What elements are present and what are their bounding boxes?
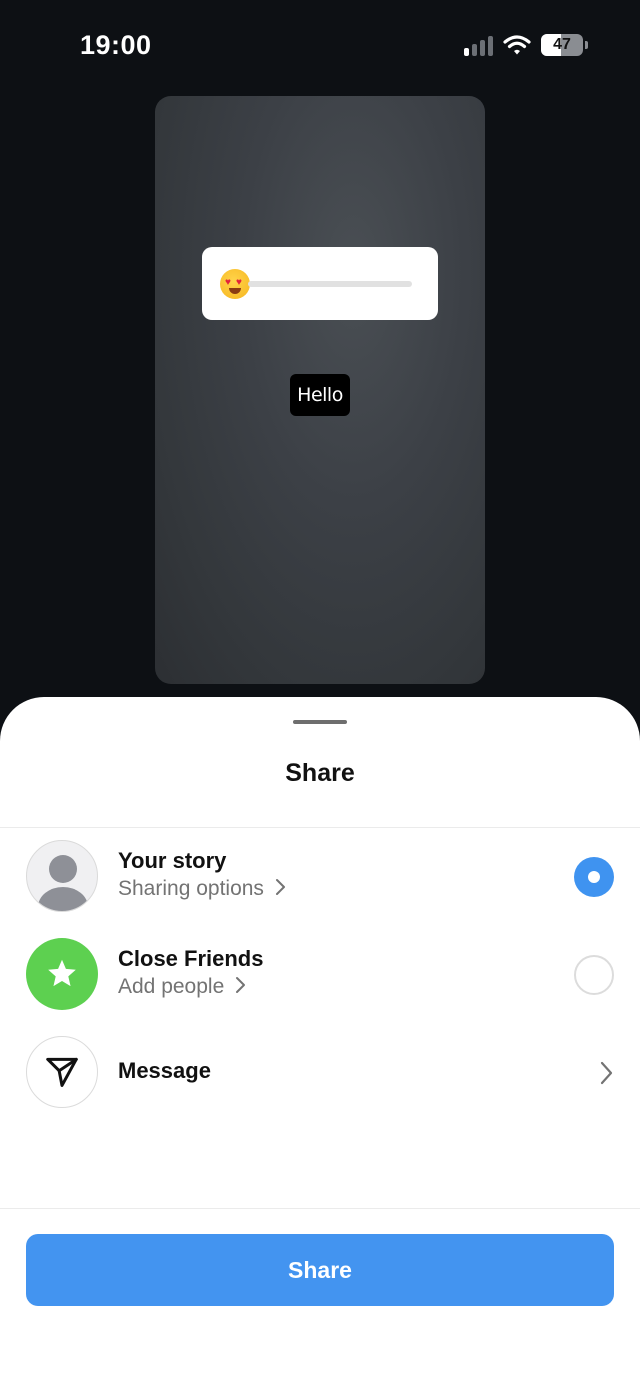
footer-divider bbox=[0, 1208, 640, 1209]
sheet-grabber[interactable] bbox=[293, 720, 347, 724]
close-friends-radio[interactable] bbox=[574, 955, 614, 995]
battery-icon: 47 bbox=[541, 34, 583, 56]
status-icons: 47 bbox=[464, 34, 588, 56]
star-icon bbox=[26, 938, 98, 1010]
option-close-friends[interactable]: Close Friends Add people bbox=[0, 934, 640, 1014]
profile-avatar-icon bbox=[26, 840, 98, 912]
option-title: Close Friends bbox=[118, 946, 264, 971]
option-title: Your story bbox=[118, 848, 227, 873]
chevron-right-icon bbox=[275, 879, 285, 895]
option-subtitle: Sharing options bbox=[118, 877, 264, 900]
header-divider bbox=[0, 827, 640, 828]
battery-level: 47 bbox=[553, 36, 571, 53]
share-sheet: Share Your story Sharing options Close F… bbox=[0, 697, 640, 1387]
add-people-link[interactable]: Add people bbox=[118, 975, 246, 999]
share-button[interactable]: Share bbox=[26, 1234, 614, 1306]
heart-eyes-emoji-icon: ♥ ♥ bbox=[220, 269, 250, 299]
your-story-radio[interactable] bbox=[574, 857, 614, 897]
sharing-options-link[interactable]: Sharing options bbox=[118, 877, 286, 901]
screen: 19:00 47 ♥ ♥ Hello Share Your story Shar… bbox=[0, 0, 640, 1387]
emoji-slider-sticker[interactable]: ♥ ♥ bbox=[202, 247, 438, 320]
option-your-story[interactable]: Your story Sharing options bbox=[0, 836, 640, 916]
sheet-title: Share bbox=[285, 759, 355, 787]
slider-track[interactable] bbox=[248, 281, 412, 287]
story-preview[interactable]: ♥ ♥ Hello bbox=[155, 96, 485, 684]
chevron-right-icon bbox=[236, 977, 246, 993]
status-time: 19:00 bbox=[80, 30, 152, 60]
battery-cap bbox=[585, 41, 588, 49]
option-message[interactable]: Message bbox=[0, 1032, 640, 1112]
paper-plane-icon bbox=[26, 1036, 98, 1108]
chevron-right-icon bbox=[600, 1061, 613, 1085]
option-subtitle: Add people bbox=[118, 975, 225, 998]
option-title: Message bbox=[118, 1058, 211, 1083]
wifi-icon bbox=[503, 35, 531, 55]
text-sticker[interactable]: Hello bbox=[290, 374, 350, 416]
cellular-signal-icon bbox=[464, 34, 493, 56]
